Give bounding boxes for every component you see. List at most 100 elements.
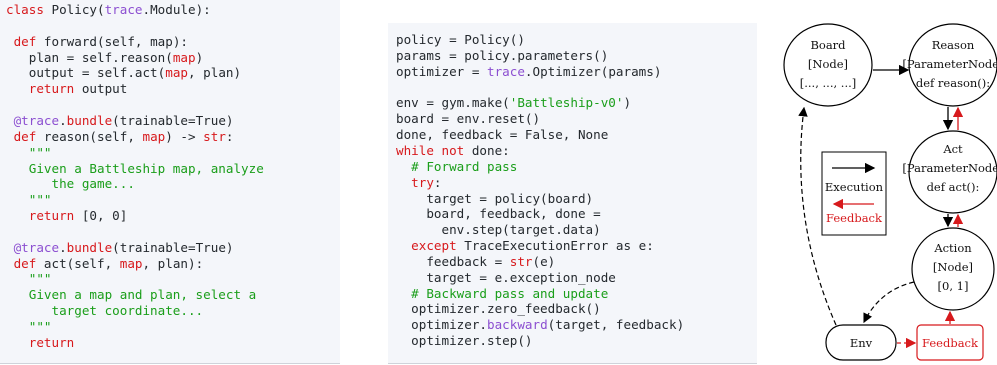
code-token: @trace [6, 112, 60, 128]
act-node-type: [ParameterNode] [902, 161, 997, 175]
code-line: Given a Battleship map, analyze [6, 162, 264, 175]
code-token: .Module): [142, 2, 211, 17]
code-token: def [6, 33, 44, 49]
code-token: Policy( [51, 2, 105, 17]
code-line: return [6, 334, 75, 350]
code-token: target coordinate... [6, 303, 204, 319]
code-line: except TraceExecutionError as e: [396, 239, 654, 252]
code-token: plan = self.reason( [6, 49, 173, 65]
code-token: TraceExecutionError as e: [464, 238, 654, 254]
code-line: # Forward pass [396, 160, 517, 173]
code-token: act(self, [43, 255, 120, 271]
code-token: # Forward pass [396, 158, 518, 174]
action-node-type: [Node] [933, 260, 973, 274]
code-token: , plan) [187, 65, 242, 81]
code-line: target = policy(board) [396, 192, 593, 205]
code-token: trace [104, 2, 143, 17]
board-node-title: Board [810, 38, 846, 52]
reason-node: Reason [ParameterNode] def reason(): [902, 23, 997, 107]
env-node-label: Env [850, 336, 873, 350]
code-line: policy = Policy() [396, 33, 525, 46]
feedback-node-label: Feedback [922, 336, 979, 350]
code-token: target = policy(board) [396, 190, 594, 206]
code-token: (e) [532, 253, 556, 269]
code-token: """ [6, 319, 52, 334]
feedback-node: Feedback [916, 324, 984, 361]
code-token: : [433, 174, 442, 190]
code-token: (trainable=True) [112, 112, 234, 128]
action-node-title: Action [933, 241, 972, 255]
code-token: env = gym.make( [396, 95, 510, 111]
code-line: class Policy(trace.Module): [6, 3, 211, 16]
code-token: 'Battleship-v0' [509, 95, 624, 111]
code-token: done, feedback = False, None [396, 127, 609, 143]
code-token: optimizer = [396, 63, 487, 79]
code-line: the game... [6, 176, 135, 192]
code-token: (target, feedback) [547, 317, 685, 333]
code-token: return [28, 208, 75, 224]
code-token: str [203, 128, 226, 144]
code-token: : [225, 128, 234, 144]
code-token: target = e.exception_node [396, 269, 616, 285]
code-token: . [59, 112, 67, 128]
code-token: ) [195, 49, 204, 65]
code-token: optimizer. [396, 317, 487, 333]
code-token: return [28, 334, 75, 350]
code-token: except [396, 238, 465, 254]
trace-graph-diagram: Board [Node] [..., ..., ...] Reason [Par… [783, 23, 997, 361]
code-token: optimizer.step() [396, 333, 533, 349]
code-line: try: [396, 174, 442, 190]
code-line: optimizer = trace.Optimizer(params) [396, 65, 661, 78]
code-token: . [59, 239, 67, 255]
code-token: map [165, 65, 188, 81]
code-token: bundle [66, 239, 113, 255]
code-token: map [142, 128, 166, 144]
code-token: Given a Battleship map, analyze [6, 160, 264, 176]
code-token: ) [623, 95, 632, 111]
act-node-value: def act(): [927, 180, 980, 194]
action-node: Action [Node] [0, 1] [911, 227, 995, 311]
code-token: str [509, 253, 533, 269]
code-token: map [119, 255, 143, 271]
training-loop-code-panel: policy = Policy() params = policy.paramet… [388, 23, 757, 364]
act-node-title: Act [942, 142, 963, 156]
code-line: done, feedback = False, None [396, 128, 608, 141]
code-token: params = policy.parameters() [396, 47, 609, 63]
code-line: @trace.bundle(trainable=True) [6, 114, 234, 127]
code-token: feedback = [396, 253, 510, 269]
code-token: # Backward pass and update [396, 285, 609, 301]
code-line: env.step(target.data) [396, 222, 601, 238]
code-token: env.step(target.data) [396, 222, 601, 238]
code-line: plan = self.reason(map) [6, 51, 203, 64]
code-line: """ [6, 272, 52, 285]
board-node-type: [Node] [808, 57, 848, 71]
code-token: map [172, 49, 196, 65]
code-line: """ [6, 193, 52, 206]
code-line: def reason(self, map) -> str: [6, 130, 234, 143]
code-token: while not [396, 142, 472, 158]
code-token: output [74, 81, 128, 97]
code-token: board = env.reset() [396, 111, 541, 127]
code-token: backward [487, 317, 548, 333]
code-token: board, feedback, done = [396, 206, 601, 222]
code-token: @trace [6, 239, 60, 255]
env-node: Env [825, 324, 897, 361]
code-line: # Backward pass and update [396, 287, 608, 300]
code-token: Given a map and plan, select a [6, 287, 257, 303]
code-line: def forward(self, map): [6, 35, 188, 48]
code-token: reason(self, [43, 128, 143, 144]
code-line: params = policy.parameters() [396, 49, 608, 62]
code-line: target = e.exception_node [396, 271, 616, 284]
reason-node-value: def reason(): [916, 76, 990, 90]
code-token: done: [471, 142, 510, 158]
code-token: the game... [6, 176, 135, 192]
code-line: target coordinate... [6, 304, 203, 317]
legend-box: Execution Feedback [821, 151, 887, 236]
code-token: [0, 0] [74, 208, 128, 224]
code-line: while not done: [396, 144, 510, 157]
code-token: policy = Policy() [396, 32, 525, 47]
reason-node-title: Reason [932, 38, 975, 52]
